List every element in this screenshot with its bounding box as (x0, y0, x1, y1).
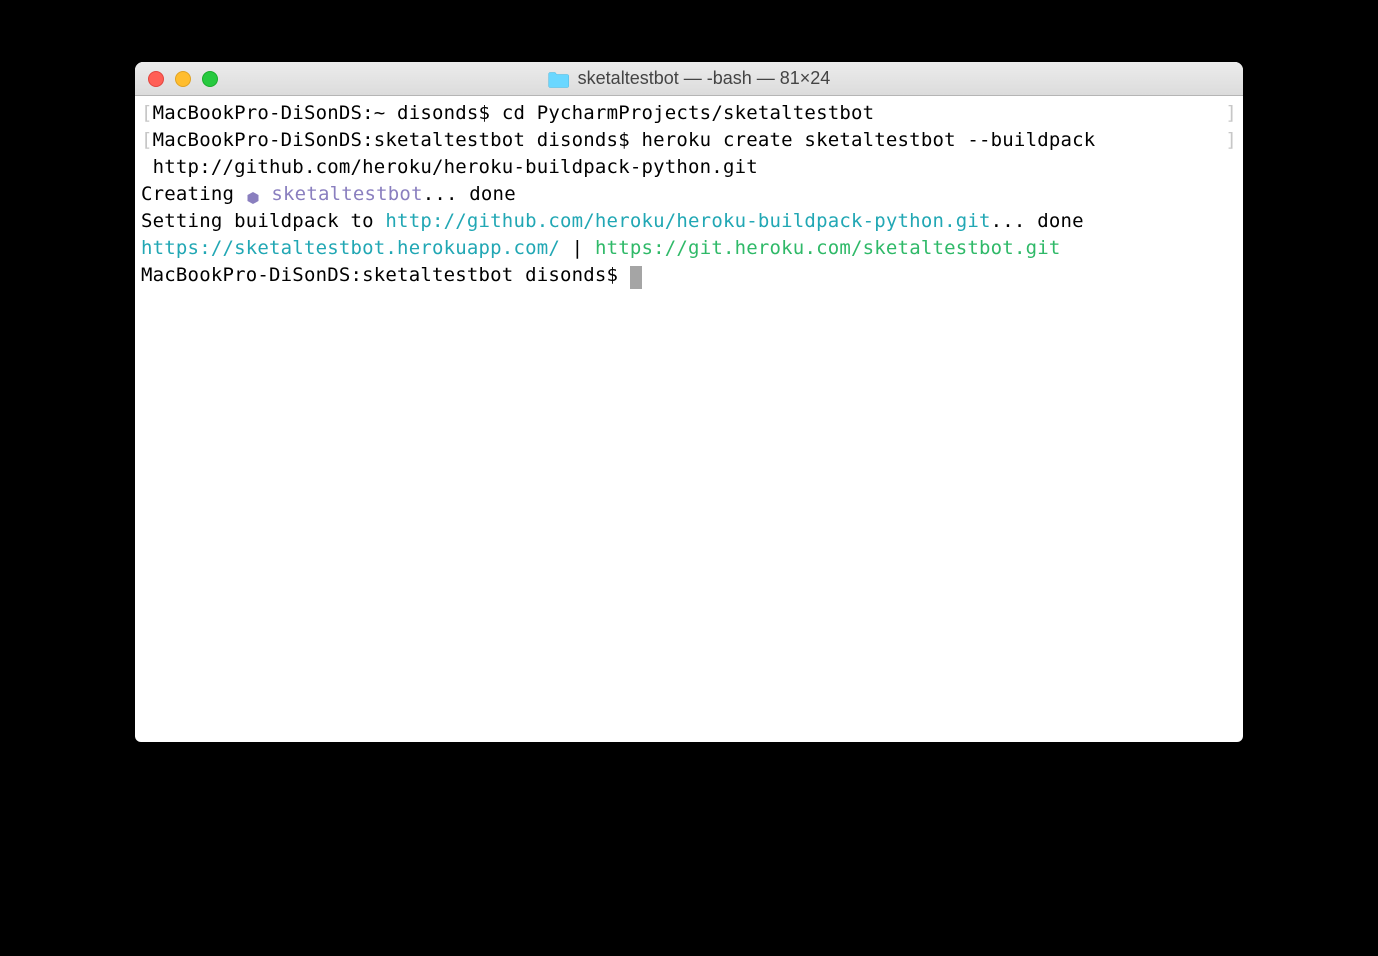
title-area: sketaltestbot — -bash — 81×24 (548, 68, 831, 89)
traffic-lights (148, 71, 218, 87)
prompt: MacBookPro-DiSonDS:sketaltestbot disonds… (153, 129, 642, 151)
separator: | (560, 237, 595, 259)
terminal-line: [MacBookPro-DiSonDS:~ disonds$ cd Pychar… (141, 100, 1237, 127)
command-text: heroku create sketaltestbot --buildpack (641, 129, 1095, 151)
terminal-line: MacBookPro-DiSonDS:sketaltestbot disonds… (141, 262, 1237, 289)
terminal-window: sketaltestbot — -bash — 81×24 [MacBookPr… (135, 62, 1243, 742)
app-name: sketaltestbot (271, 183, 422, 205)
app-url: https://sketaltestbot.herokuapp.com/ (141, 237, 560, 259)
command-continuation: http://github.com/heroku/heroku-buildpac… (141, 156, 758, 178)
terminal-line: [MacBookPro-DiSonDS:sketaltestbot disond… (141, 127, 1237, 154)
minimize-button[interactable] (175, 71, 191, 87)
cursor-icon (630, 266, 642, 289)
buildpack-url: http://github.com/heroku/heroku-buildpac… (385, 210, 990, 232)
output-text: Creating (141, 183, 246, 205)
prompt: MacBookPro-DiSonDS:sketaltestbot disonds… (141, 264, 630, 286)
window-title: sketaltestbot — -bash — 81×24 (578, 68, 831, 89)
git-url: https://git.heroku.com/sketaltestbot.git (595, 237, 1061, 259)
terminal-body[interactable]: [MacBookPro-DiSonDS:~ disonds$ cd Pychar… (135, 96, 1243, 293)
prompt: MacBookPro-DiSonDS:~ disonds$ (153, 102, 502, 124)
terminal-line: Setting buildpack to http://github.com/h… (141, 208, 1237, 235)
output-text: ... done (991, 210, 1084, 232)
terminal-line: Creating sketaltestbot... done (141, 181, 1237, 208)
folder-icon (548, 70, 570, 88)
command-text: cd PycharmProjects/sketaltestbot (502, 102, 874, 124)
terminal-line: http://github.com/heroku/heroku-buildpac… (141, 154, 1237, 181)
close-button[interactable] (148, 71, 164, 87)
output-text: ... done (423, 183, 516, 205)
hexagon-icon (246, 186, 260, 200)
maximize-button[interactable] (202, 71, 218, 87)
terminal-line: https://sketaltestbot.herokuapp.com/ | h… (141, 235, 1237, 262)
titlebar[interactable]: sketaltestbot — -bash — 81×24 (135, 62, 1243, 96)
output-text: Setting buildpack to (141, 210, 385, 232)
